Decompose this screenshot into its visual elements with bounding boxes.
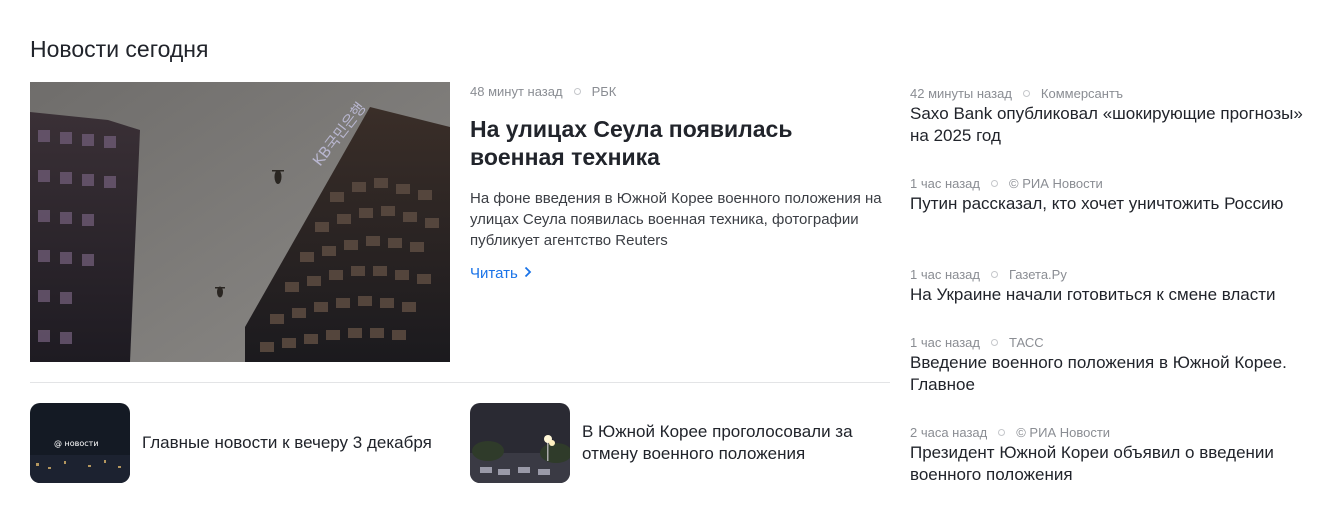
news-time: 42 минуты назад <box>910 85 1012 101</box>
read-label: Читать <box>470 265 518 282</box>
card-thumbnail <box>470 403 570 483</box>
separator-dot <box>1022 89 1030 97</box>
news-card[interactable]: @ новости Главные новости к вечеру 3 дек… <box>30 403 460 483</box>
news-source[interactable]: ТАСС <box>1009 335 1044 350</box>
hero-title[interactable]: На улицах Сеула появилась военная техник… <box>470 115 870 171</box>
news-time: 1 час назад <box>910 334 980 350</box>
news-title[interactable]: Введение военного положения в Южной Коре… <box>910 352 1310 396</box>
hero-image[interactable]: KB국민은행 <box>30 82 450 362</box>
section-title: Новости сегодня <box>30 36 209 62</box>
card-title: В Южной Корее проголосовали за отмену во… <box>582 422 853 463</box>
separator-dot <box>991 179 998 187</box>
news-meta: 1 час назад Газета.Ру <box>910 265 1310 283</box>
news-meta: 2 часа назад © РИА Новости <box>910 423 1310 441</box>
divider <box>30 382 890 383</box>
side-news-item[interactable]: 1 час назад © РИА Новости Путин рассказа… <box>910 174 1310 215</box>
news-title[interactable]: На Украине начали готовиться к смене вла… <box>910 284 1310 306</box>
news-source[interactable]: © РИА Новости <box>1016 425 1110 440</box>
side-news-item[interactable]: 2 часа назад © РИА Новости Президент Южн… <box>910 423 1310 486</box>
news-title[interactable]: Путин рассказал, кто хочет уничтожить Ро… <box>910 193 1310 215</box>
news-title[interactable]: Президент Южной Кореи объявил о введении… <box>910 442 1310 486</box>
side-news-item[interactable]: 1 час назад Газета.Ру На Украине начали … <box>910 265 1310 306</box>
hero-time: 48 минут назад <box>470 84 563 99</box>
news-time: 2 часа назад <box>910 424 988 440</box>
news-time: 1 час назад <box>910 175 980 191</box>
chevron-right-icon <box>524 265 532 282</box>
card-title: Главные новости к вечеру 3 декабря <box>142 433 432 452</box>
news-meta: 1 час назад © РИА Новости <box>910 174 1310 192</box>
separator-dot <box>573 88 581 95</box>
news-source[interactable]: © РИА Новости <box>1009 176 1103 191</box>
news-meta: 1 час назад ТАСС <box>910 333 1310 351</box>
hero-description: На фоне введения в Южной Корее военного … <box>470 190 882 249</box>
news-title[interactable]: Saxo Bank опубликовал «шокирующие прогно… <box>910 103 1310 147</box>
hero-meta: 48 минут назад РБК <box>470 84 616 99</box>
side-news-item[interactable]: 1 час назад ТАСС Введение военного полож… <box>910 333 1310 396</box>
side-news-item[interactable]: 42 минуты назад Коммерсантъ Saxo Bank оп… <box>910 84 1310 147</box>
news-meta: 42 минуты назад Коммерсантъ <box>910 84 1310 102</box>
separator-dot <box>991 338 998 346</box>
news-source[interactable]: Коммерсантъ <box>1041 86 1123 101</box>
card-thumbnail: @ новости <box>30 403 130 483</box>
hero-source[interactable]: РБК <box>592 84 617 99</box>
read-link[interactable]: Читать <box>470 265 532 282</box>
news-source[interactable]: Газета.Ру <box>1009 267 1067 282</box>
news-card[interactable]: В Южной Корее проголосовали за отмену во… <box>470 403 890 483</box>
separator-dot <box>998 428 1006 436</box>
separator-dot <box>991 270 998 278</box>
news-time: 1 час назад <box>910 266 980 282</box>
hero-photo: KB국민은행 <box>30 82 450 362</box>
svg-text:@ новости: @ новости <box>54 439 99 448</box>
